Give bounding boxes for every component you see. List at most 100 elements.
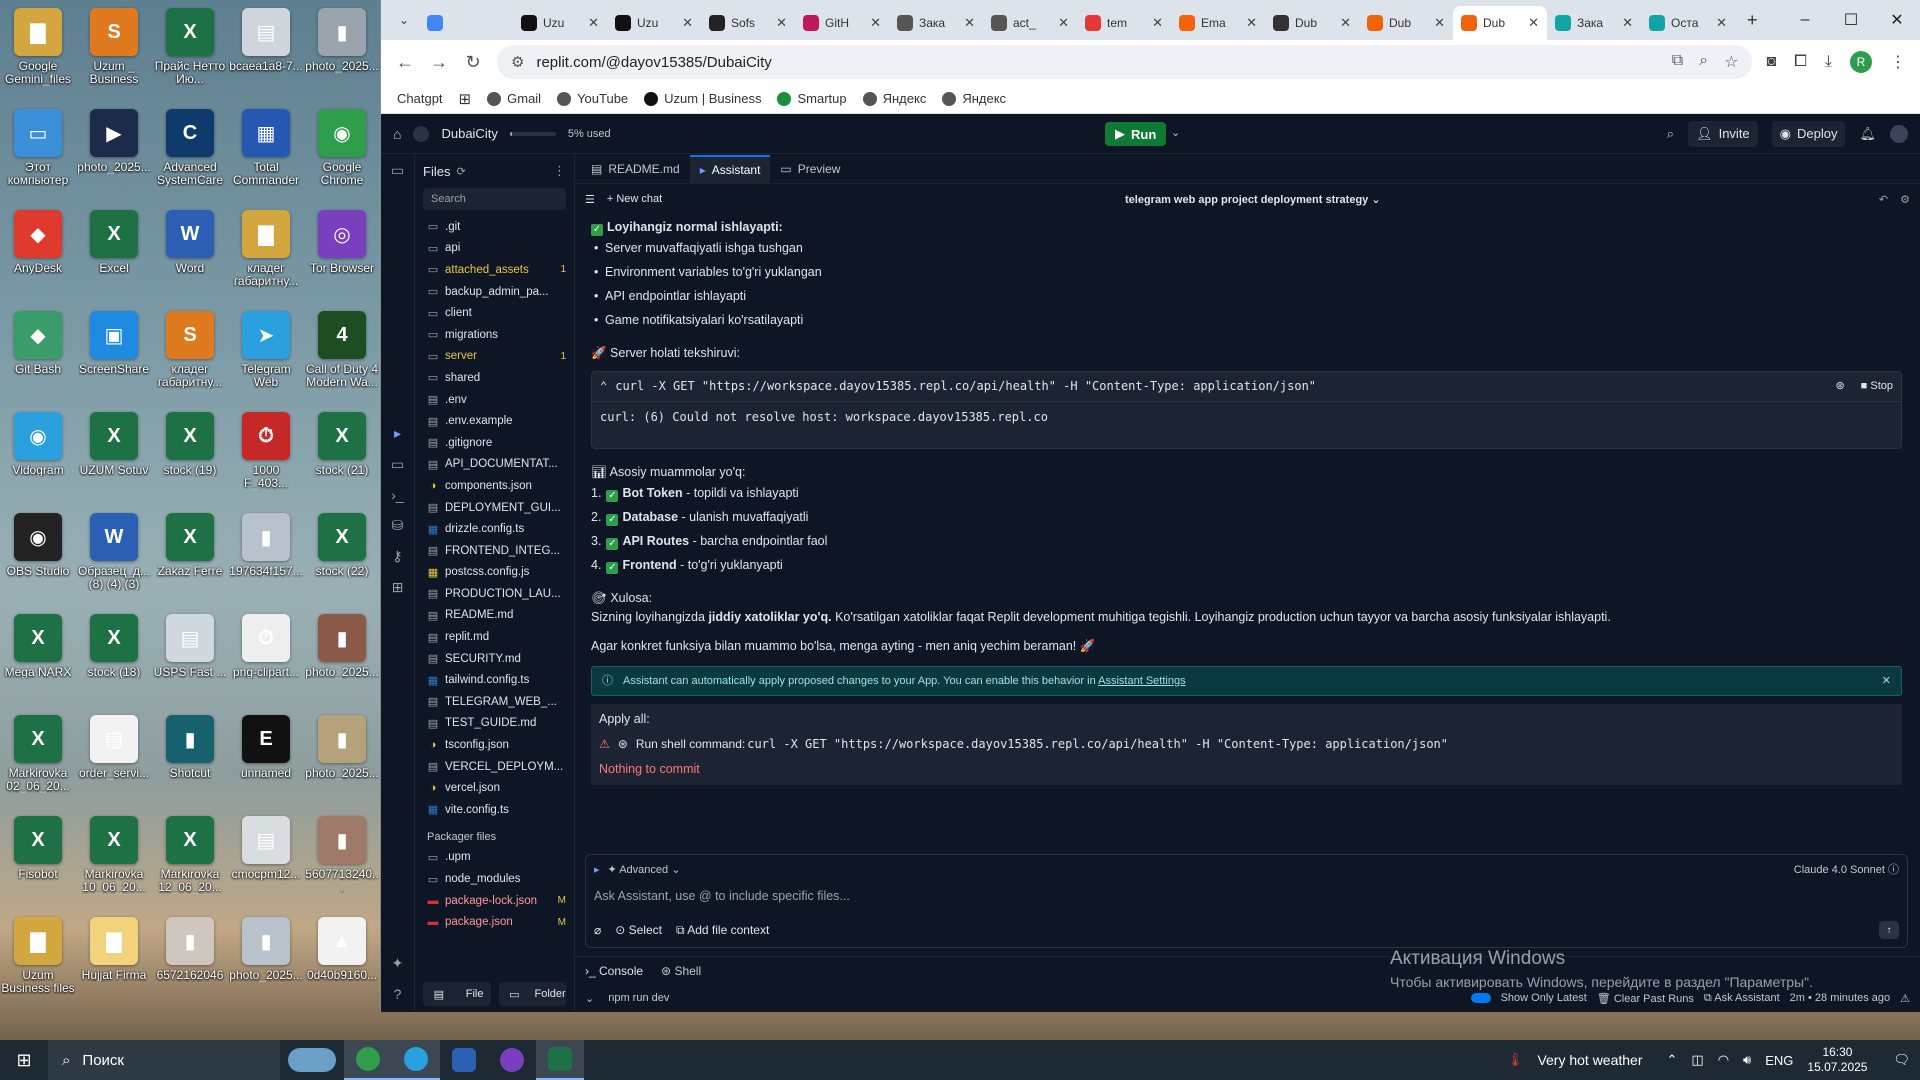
folder-item[interactable]: ▭ attached_assets 1 xyxy=(415,259,574,281)
desktop-icon[interactable]: ▶ photo_2025... xyxy=(76,105,152,206)
new-tab-button[interactable]: + xyxy=(1747,10,1758,31)
home-icon[interactable]: ⌂ xyxy=(393,126,401,142)
desktop-icon[interactable]: 4 Call of Duty 4 Modern Wa... xyxy=(304,307,380,408)
folder-item[interactable]: ▭ .upm xyxy=(415,847,574,869)
new-chat-button[interactable]: + New chat xyxy=(607,193,662,205)
desktop-icon[interactable]: C Advanced SystemCare xyxy=(152,105,228,206)
desktop-icon[interactable]: ⏱ 1000 F_403... xyxy=(228,408,304,509)
folder-item[interactable]: ▭ backup_admin_pa... xyxy=(415,281,574,303)
file-item[interactable]: ◑ components.json xyxy=(415,475,574,497)
tab-close-icon[interactable]: ✕ xyxy=(588,15,599,31)
reload-icon[interactable]: ↻ xyxy=(463,52,483,73)
browser-tab[interactable]: Зака ✕ xyxy=(1547,6,1641,40)
browser-tab[interactable]: Dub ✕ xyxy=(1453,6,1547,40)
new-file-button[interactable]: ▤ File xyxy=(423,982,491,1006)
desktop-icon[interactable]: X Zakaz Ferre xyxy=(152,509,228,610)
tab-readme[interactable]: ▤ README.md xyxy=(581,155,690,183)
shell-tool-icon[interactable]: ›_ xyxy=(391,487,403,503)
file-item[interactable]: ▤ SECURITY.md xyxy=(415,648,574,670)
file-item[interactable]: ◑ vercel.json xyxy=(415,777,574,799)
desktop-icon[interactable]: ▲ 0d40b9160... xyxy=(304,913,380,1014)
file-item[interactable]: ▤ API_DOCUMENTAT... xyxy=(415,454,574,476)
chat-history-icon[interactable]: ☰ xyxy=(585,193,595,206)
all-tools-icon[interactable]: ⊞ xyxy=(392,579,404,596)
desktop-icon[interactable]: ▮ 5607713240... xyxy=(304,812,380,913)
folder-item[interactable]: ▭ migrations xyxy=(415,324,574,346)
browser-tab[interactable]: Dub ✕ xyxy=(1359,6,1453,40)
advanced-toggle[interactable]: ✦ Advanced ⌄ xyxy=(608,863,681,876)
assistant-settings-link[interactable]: Assistant Settings xyxy=(1098,675,1185,687)
file-item[interactable]: ▤ TEST_GUIDE.md xyxy=(415,713,574,735)
language-indicator[interactable]: ENG xyxy=(1765,1053,1793,1068)
desktop-icon[interactable]: X Прайс Нетто Ию... xyxy=(152,4,228,105)
add-file-context-button[interactable]: ⧉ Add file context xyxy=(676,923,769,938)
wifi-icon[interactable]: ◠ xyxy=(1718,1052,1729,1068)
model-selector[interactable]: Claude 4.0 Sonnet ⓘ xyxy=(1794,861,1899,877)
tab-preview[interactable]: ▭ Preview xyxy=(770,155,850,183)
desktop-icon[interactable]: ➤ Telegram Web xyxy=(228,307,304,408)
desktop-icon[interactable]: Eunnamed xyxy=(228,711,304,812)
install-app-icon[interactable]: ⧉ xyxy=(1672,52,1683,72)
desktop-icon[interactable]: X Markirovka 10_06_20... xyxy=(76,812,152,913)
desktop-icon[interactable]: ▇ кладег габаритну... xyxy=(228,206,304,307)
tab-shell[interactable]: ⊛ Shell xyxy=(661,964,701,978)
desktop-icon[interactable]: X Excel xyxy=(76,206,152,307)
file-item[interactable]: ▤ .env.example xyxy=(415,410,574,432)
bookmark-item[interactable]: Яндекс xyxy=(942,91,1006,106)
search-icon[interactable]: ⌕ xyxy=(1667,126,1674,142)
bookmark-item[interactable]: Uzum | Business xyxy=(644,91,761,106)
file-item[interactable]: ▤ DEPLOYMENT_GUI... xyxy=(415,497,574,519)
desktop-icon[interactable]: ▮ photo_2025... xyxy=(228,913,304,1014)
file-item[interactable]: ▦ tailwind.config.ts xyxy=(415,669,574,691)
desktop-icon[interactable]: Sкладег габаритну... xyxy=(152,307,228,408)
tab-console[interactable]: ›_ Console xyxy=(585,964,643,978)
menu-icon[interactable]: ⋮ xyxy=(1890,52,1906,72)
tab-close-icon[interactable]: ✕ xyxy=(1716,15,1727,31)
folder-item[interactable]: ▭ node_modules xyxy=(415,868,574,890)
browser-tab[interactable]: Sofs ✕ xyxy=(701,6,795,40)
desktop-icon[interactable]: ▮ photo_2025... xyxy=(304,711,380,812)
incognito-icon[interactable]: ◙ xyxy=(1766,53,1776,71)
desktop-icon[interactable]: ◉ Vidogram xyxy=(0,408,76,509)
add-tool-icon[interactable]: ✦ xyxy=(392,955,404,972)
browser-tab[interactable]: Оста ✕ xyxy=(1641,6,1735,40)
bookmark-item[interactable]: Chatgpt xyxy=(397,91,443,106)
tab-close-icon[interactable]: ✕ xyxy=(682,15,693,31)
minimize-icon[interactable]: – xyxy=(1782,0,1828,40)
desktop-icon[interactable]: ◎ Tor Browser xyxy=(304,206,380,307)
browser-tab[interactable]: act_ ✕ xyxy=(983,6,1077,40)
desktop-icon[interactable]: ▇ Google Gemini_files xyxy=(0,4,76,105)
user-avatar[interactable] xyxy=(1890,124,1908,143)
tab-assistant[interactable]: ▸ Assistant xyxy=(689,155,771,183)
apps-grid-icon[interactable]: ⊞ xyxy=(459,90,472,108)
desktop-icon[interactable]: ▤ USPS Fast ... xyxy=(152,610,228,711)
history-icon[interactable]: ↶ xyxy=(1879,193,1888,206)
file-item[interactable]: ▤ README.md xyxy=(415,605,574,627)
bookmark-item[interactable]: Яндекс xyxy=(862,91,926,106)
tab-close-icon[interactable]: ✕ xyxy=(1528,15,1539,31)
select-button[interactable]: ⊙ Select xyxy=(615,923,662,937)
extensions-icon[interactable]: ⧠ xyxy=(1794,53,1807,71)
meet-icon[interactable]: ◫ xyxy=(1691,1052,1703,1068)
tab-close-icon[interactable]: ✕ xyxy=(1340,15,1351,31)
desktop-icon[interactable]: Xstock (18) xyxy=(76,610,152,711)
tab-close-icon[interactable]: ✕ xyxy=(870,15,881,31)
new-folder-button[interactable]: ▭ Folder xyxy=(498,982,566,1006)
preview-tool-icon[interactable]: ▭ xyxy=(391,456,404,473)
show-latest-toggle[interactable] xyxy=(1470,993,1491,1003)
chat-settings-icon[interactable]: ⚙ xyxy=(1900,193,1910,206)
browser-tab[interactable] xyxy=(419,6,513,40)
bell-icon[interactable]: 🔔︎ xyxy=(1859,126,1876,142)
file-item[interactable]: ▤ FRONTEND_INTEG... xyxy=(415,540,574,562)
chat-title[interactable]: telegram web app project deployment stra… xyxy=(1125,193,1381,206)
folder-item[interactable]: ▭ client xyxy=(415,302,574,324)
desktop-icon[interactable]: ▦ Total Commander xyxy=(228,105,304,206)
files-search-input[interactable]: Search xyxy=(423,188,566,210)
desktop-icon[interactable]: Xstock (22) xyxy=(304,509,380,610)
files-tool-icon[interactable]: ▭ xyxy=(391,162,404,179)
forward-icon[interactable]: → xyxy=(429,52,449,73)
desktop-icon[interactable]: W Word xyxy=(152,206,228,307)
file-item[interactable]: ▬ package-lock.json M xyxy=(415,890,574,912)
back-icon[interactable]: ← xyxy=(395,52,415,73)
banner-close-icon[interactable]: ✕ xyxy=(1882,672,1891,691)
